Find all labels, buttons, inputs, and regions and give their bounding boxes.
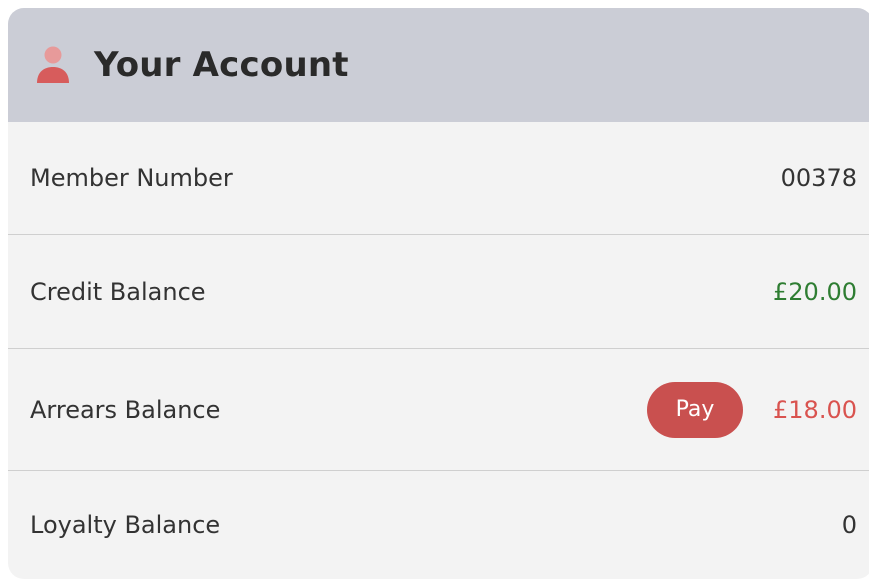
loyalty-balance-label: Loyalty Balance [30, 511, 221, 539]
account-card: Your Account Member Number 00378 Credit … [8, 8, 869, 579]
arrears-balance-value: £18.00 [773, 395, 857, 424]
credit-balance-label: Credit Balance [30, 277, 206, 306]
arrears-balance-label: Arrears Balance [30, 395, 221, 424]
member-number-value: 00378 [780, 164, 857, 192]
user-icon [36, 46, 70, 84]
arrears-balance-row: Arrears Balance Pay £18.00 [8, 348, 869, 470]
member-number-row: Member Number 00378 [8, 122, 869, 234]
page-title: Your Account [94, 45, 349, 85]
arrears-balance-actions: Pay £18.00 [647, 381, 857, 438]
member-number-label: Member Number [30, 164, 233, 192]
credit-balance-value: £20.00 [773, 277, 857, 306]
pay-button[interactable]: Pay [647, 381, 744, 438]
loyalty-balance-value: 0 [841, 511, 857, 539]
account-card-header: Your Account [8, 8, 869, 122]
loyalty-balance-row: Loyalty Balance 0 [8, 470, 869, 579]
credit-balance-row: Credit Balance £20.00 [8, 234, 869, 348]
